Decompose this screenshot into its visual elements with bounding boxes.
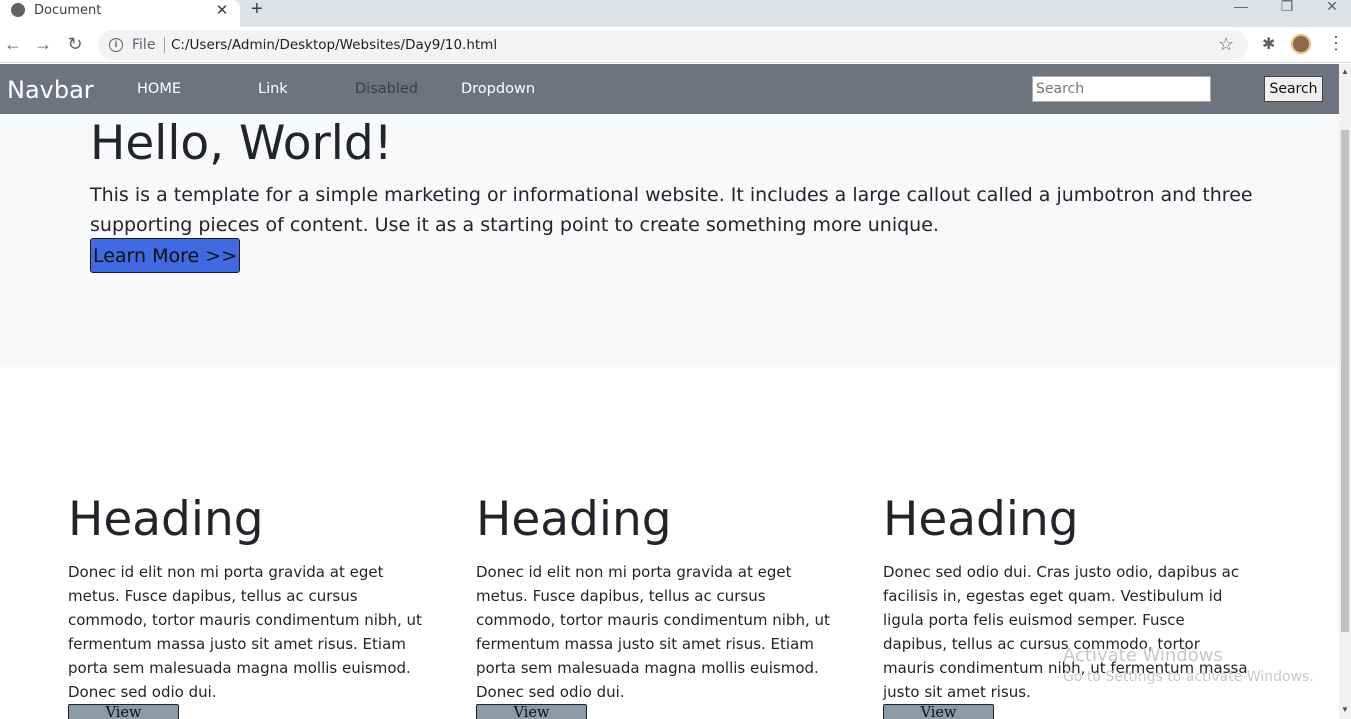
nav-link-home[interactable]: HOME [137,81,181,97]
browser-toolbar: ← → ↻ i File C:/Users/Admin/Desktop/Webs… [0,27,1351,63]
close-tab-icon[interactable]: ✕ [214,1,230,19]
view-details-button[interactable]: View Details>> [883,704,994,719]
back-button[interactable]: ← [3,34,23,54]
tab-document[interactable]: Document ✕ [0,0,240,27]
site-navbar: Navbar HOME Link Disabled Dropdown Searc… [0,64,1339,114]
scheme-label: File [132,37,156,53]
browser-menu-icon[interactable]: ⋮ [1327,33,1345,54]
column-heading: Heading [68,492,264,547]
scrollbar-thumb[interactable] [1341,130,1349,632]
nav-link-disabled: Disabled [355,81,418,97]
view-details-button[interactable]: View Details>> [476,704,587,719]
omnibox-divider [164,37,165,53]
new-tab-button[interactable]: + [251,0,263,21]
address-bar[interactable]: i File C:/Users/Admin/Desktop/Websites/D… [98,30,1248,60]
restore-button[interactable]: ❐ [1277,0,1297,15]
jumbotron-title: Hello, World! [90,116,393,171]
navbar-brand[interactable]: Navbar [7,76,94,104]
tab-strip: Document ✕ + — ❐ ✕ [0,0,1351,27]
globe-icon [11,3,25,17]
watermark-subtitle: Go to Settings to activate Windows. [1063,669,1314,685]
activate-windows-watermark: Activate Windows Go to Settings to activ… [1063,645,1314,685]
content-column-2: Heading Donec id elit non mi porta gravi… [476,492,836,719]
scroll-down-arrow-icon[interactable]: ▼ [1341,705,1349,714]
nav-link-link[interactable]: Link [258,81,288,97]
scroll-up-arrow-icon[interactable]: ▲ [1341,67,1349,76]
content-column-1: Heading Donec id elit non mi porta gravi… [68,492,428,719]
learn-more-button[interactable]: Learn More >> [90,238,240,273]
view-details-button[interactable]: View Details>> [68,704,179,719]
watermark-title: Activate Windows [1063,645,1223,666]
jumbotron-text: This is a template for a simple marketin… [90,184,1253,236]
column-text: Donec id elit non mi porta gravida at eg… [476,563,830,701]
reload-button[interactable]: ↻ [65,34,85,54]
column-heading: Heading [883,492,1079,547]
jumbotron: Hello, World! This is a template for a s… [0,114,1339,367]
extensions-icon[interactable]: ✱ [1262,34,1275,54]
column-heading: Heading [476,492,672,547]
search-input[interactable] [1032,76,1211,102]
tab-title: Document [34,3,102,18]
page-viewport: Navbar HOME Link Disabled Dropdown Searc… [0,64,1339,719]
forward-button[interactable]: → [33,34,53,54]
info-icon[interactable]: i [109,38,123,52]
url-text[interactable]: C:/Users/Admin/Desktop/Websites/Day9/10.… [171,37,497,53]
vertical-scrollbar[interactable]: ▲ ▼ [1339,64,1351,719]
minimize-button[interactable]: — [1231,0,1251,14]
profile-avatar[interactable] [1291,34,1311,54]
search-button[interactable]: Search [1264,76,1323,102]
column-text: Donec id elit non mi porta gravida at eg… [68,563,422,701]
close-window-button[interactable]: ✕ [1322,0,1342,15]
bookmark-star-icon[interactable]: ☆ [1218,34,1234,55]
nav-link-dropdown[interactable]: Dropdown [461,81,535,97]
